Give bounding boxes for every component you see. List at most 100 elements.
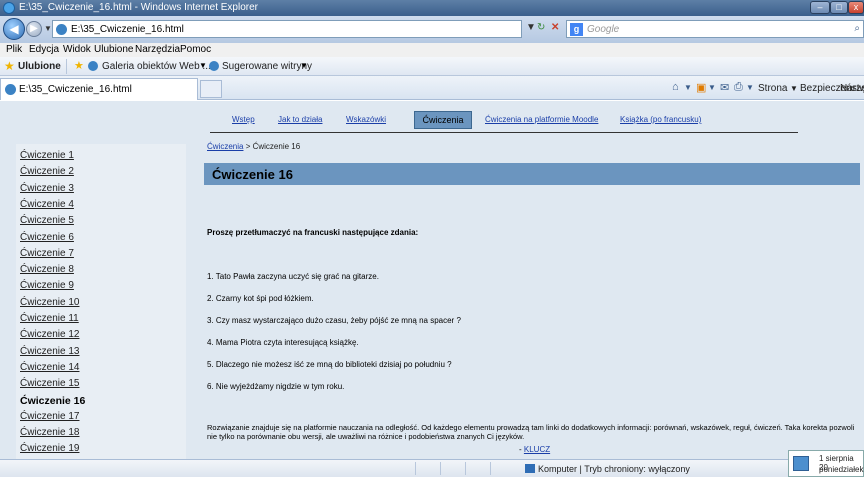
tray-date-popup: 1 sierpnia 20 poniedziałek	[788, 450, 864, 477]
sentence-2: 2. Czarny kot śpi pod łóżkiem.	[207, 294, 314, 303]
sidebar-item-current[interactable]: Ćwiczenie 16	[20, 395, 85, 407]
favorites-bar: ★ Ulubione ★ Galeria obiektów Web ... ▼ …	[0, 57, 864, 76]
security-zone-text[interactable]: Komputer | Tryb chroniony: wyłączony	[538, 464, 690, 474]
nav-tips[interactable]: Wskazówki	[346, 115, 386, 124]
favorites-button[interactable]: Ulubione	[18, 61, 61, 72]
web-gallery-link[interactable]: Galeria obiektów Web ...	[102, 61, 211, 72]
stop-icon[interactable]: ✕	[551, 22, 559, 33]
sidebar-item-exercise[interactable]: Ćwiczenie 3	[20, 183, 74, 194]
menu-help[interactable]: Pomoc	[180, 44, 211, 55]
favorites-star-icon[interactable]: ★	[4, 60, 15, 72]
sidebar-item-exercise[interactable]: Ćwiczenie 2	[20, 166, 74, 177]
tools-menu[interactable]: Narzędzia	[840, 83, 864, 94]
nav-intro[interactable]: Wstęp	[232, 115, 255, 124]
sentence-1: 1. Tato Pawła zaczyna uczyć się grać na …	[207, 272, 379, 281]
page-menu[interactable]: Strona	[758, 83, 787, 94]
computer-zone-icon	[525, 464, 535, 473]
search-icon[interactable]: ⌕	[854, 23, 860, 34]
gallery-dropdown-icon[interactable]: ▼	[199, 61, 207, 70]
feeds-icon[interactable]: ▣	[696, 81, 706, 94]
ie-logo-icon	[3, 2, 15, 14]
sidebar-item-exercise[interactable]: Ćwiczenie 13	[20, 346, 79, 357]
sidebar-item-exercise[interactable]: Ćwiczenie 18	[20, 427, 79, 438]
nav-book[interactable]: Książka (po francusku)	[620, 115, 701, 124]
print-icon[interactable]: ⎙	[734, 81, 743, 94]
print-dropdown-icon[interactable]: ▼	[746, 83, 754, 92]
close-button[interactable]: x	[848, 1, 864, 14]
minimize-button[interactable]: –	[810, 1, 830, 14]
tab-bar: E:\35_Cwiczenie_16.html ⌂ ▼ ▣ ▼ ✉ ⎙ ▼ St…	[0, 76, 864, 100]
feeds-dropdown-icon[interactable]: ▼	[708, 83, 716, 92]
status-separator	[490, 462, 491, 475]
home-icon[interactable]: ⌂	[672, 81, 679, 93]
sidebar-item-exercise[interactable]: Ćwiczenie 11	[20, 313, 79, 324]
sidebar-item-exercise[interactable]: Ćwiczenie 9	[20, 280, 74, 291]
menu-tools[interactable]: Narzędzia	[135, 44, 180, 55]
nav-moodle-exercises[interactable]: Ćwiczenia na platformie Moodle	[485, 115, 598, 124]
status-separator	[415, 462, 416, 475]
sidebar-item-exercise[interactable]: Ćwiczenie 5	[20, 215, 74, 226]
address-url: E:\35_Cwiczenie_16.html	[71, 24, 184, 35]
window-titlebar: E:\35_Cwiczenie_16.html - Windows Intern…	[0, 0, 864, 16]
sidebar-item-exercise[interactable]: Ćwiczenie 19	[20, 443, 79, 454]
address-toolbar: ◀ ▶ ▼ E:\35_Cwiczenie_16.html ▼ ↻ ✕ g Go…	[0, 16, 864, 43]
maximize-button[interactable]: □	[830, 1, 848, 14]
page-viewport: Wstęp Jak to działa Wskazówki Ćwiczenia …	[0, 101, 864, 459]
nav-how-it-works[interactable]: Jak to działa	[278, 115, 322, 124]
sidebar-item-exercise[interactable]: Ćwiczenie 7	[20, 248, 74, 259]
suggested-dropdown-icon[interactable]: ▼	[300, 61, 308, 70]
home-dropdown-icon[interactable]: ▼	[684, 83, 692, 92]
sidebar-item-exercise[interactable]: Ćwiczenie 10	[20, 297, 79, 308]
browser-tab[interactable]: E:\35_Cwiczenie_16.html	[0, 78, 198, 100]
instruction-text: Proszę przetłumaczyć na francuski następ…	[207, 228, 419, 237]
sidebar-item-exercise[interactable]: Ćwiczenie 1	[20, 150, 74, 161]
status-separator	[440, 462, 441, 475]
page-title: Ćwiczenie 16	[212, 167, 293, 182]
tray-weekday: poniedziałek	[819, 465, 864, 474]
mail-icon[interactable]: ✉	[720, 81, 729, 94]
page-heading-bar: Ćwiczenie 16	[204, 163, 860, 185]
refresh-icon[interactable]: ↻	[537, 22, 545, 33]
sidebar-item-exercise[interactable]: Ćwiczenie 15	[20, 378, 79, 389]
menu-view[interactable]: Widok	[63, 44, 91, 55]
sidebar-item-exercise[interactable]: Ćwiczenie 4	[20, 199, 74, 210]
forward-button[interactable]: ▶	[26, 21, 42, 37]
suggested-sites-icon	[209, 61, 219, 71]
calendar-icon	[793, 456, 809, 471]
google-icon: g	[570, 23, 583, 36]
page-favicon-icon	[56, 24, 67, 35]
menu-edit[interactable]: Edycja	[29, 44, 59, 55]
sidebar-item-exercise[interactable]: Ćwiczenie 14	[20, 362, 79, 373]
tab-favicon-icon	[5, 84, 16, 95]
status-bar: Komputer | Tryb chroniony: wyłączony	[0, 459, 864, 477]
key-link[interactable]: KLUCZ	[524, 445, 550, 454]
add-favorite-icon[interactable]: ★	[74, 60, 84, 72]
main-content: Ćwiczenia > Ćwiczenie 16 Ćwiczenie 16 Pr…	[200, 139, 864, 459]
suggested-sites-link[interactable]: Sugerowane witryny	[222, 61, 312, 72]
key-line: - KLUCZ	[519, 445, 550, 454]
back-button[interactable]: ◀	[3, 18, 25, 40]
sidebar-item-exercise[interactable]: Ćwiczenie 8	[20, 264, 74, 275]
sentence-5: 5. Dlaczego nie możesz iść ze mną do bib…	[207, 360, 452, 369]
sidebar-item-exercise[interactable]: Ćwiczenie 17	[20, 411, 79, 422]
top-navigation: Wstęp Jak to działa Wskazówki Ćwiczenia …	[210, 107, 798, 133]
url-dropdown-icon[interactable]: ▼	[526, 22, 536, 33]
sidebar-item-exercise[interactable]: Ćwiczenie 6	[20, 232, 74, 243]
sentence-3: 3. Czy masz wystarczająco dużo czasu, że…	[207, 316, 461, 325]
new-tab-button[interactable]	[200, 80, 222, 98]
favorites-separator	[66, 59, 67, 74]
sidebar-item-exercise[interactable]: Ćwiczenie 12	[20, 329, 79, 340]
page-dropdown-icon[interactable]: ▼	[790, 84, 798, 93]
sentence-4: 4. Mama Piotra czyta interesującą książk…	[207, 338, 359, 347]
menu-file[interactable]: Plik	[6, 44, 22, 55]
history-dropdown-icon[interactable]: ▼	[44, 24, 52, 33]
search-placeholder: Google	[587, 24, 620, 35]
address-bar[interactable]: E:\35_Cwiczenie_16.html	[52, 20, 522, 38]
breadcrumb: Ćwiczenia > Ćwiczenie 16	[207, 142, 300, 151]
search-box[interactable]: g Google ⌕	[566, 20, 864, 38]
nav-exercises-active[interactable]: Ćwiczenia	[414, 111, 472, 129]
breadcrumb-exercises-link[interactable]: Ćwiczenia	[207, 142, 243, 151]
tab-title: E:\35_Cwiczenie_16.html	[19, 84, 132, 95]
menu-bar: Plik Edycja Widok Ulubione Narzędzia Pom…	[0, 43, 864, 57]
menu-favorites[interactable]: Ulubione	[94, 44, 133, 55]
